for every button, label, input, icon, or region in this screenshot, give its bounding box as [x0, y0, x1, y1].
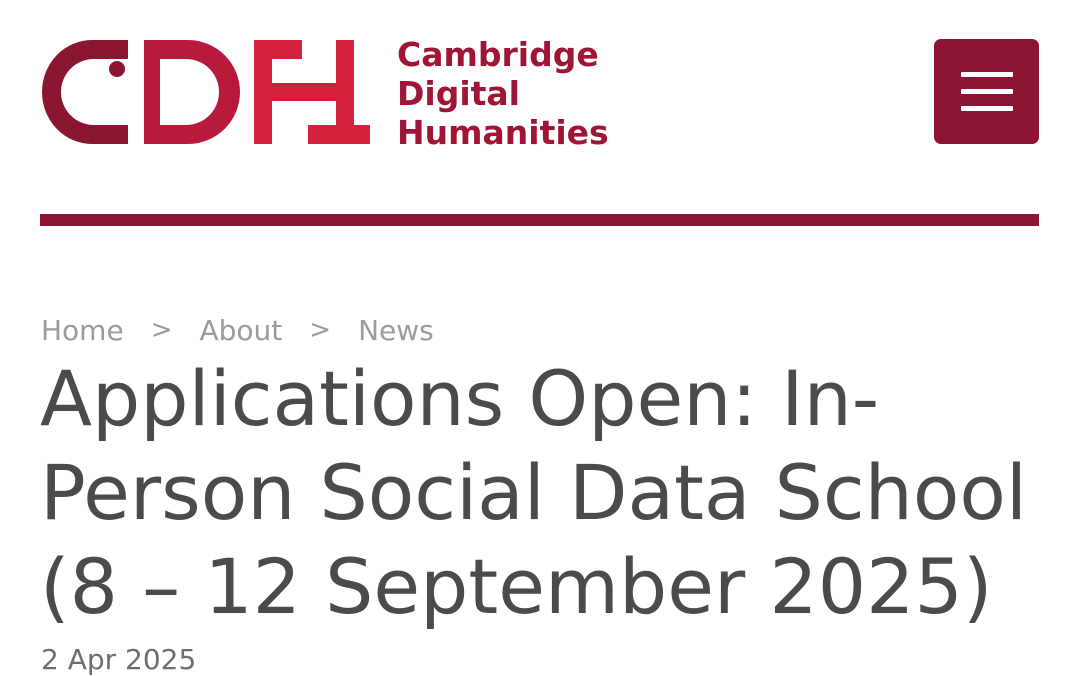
- logo-line-digital: Digital: [397, 74, 520, 113]
- breadcrumb-about[interactable]: About: [199, 314, 282, 347]
- cdh-logo-mark-icon: [42, 40, 370, 144]
- site-logo[interactable]: Cambridge Digital Humanities: [40, 35, 620, 152]
- logo-wordmark: Cambridge Digital Humanities: [397, 35, 609, 152]
- hamburger-menu-icon: [961, 72, 1013, 112]
- breadcrumb-separator: >: [150, 315, 173, 345]
- breadcrumb-separator: >: [309, 315, 332, 345]
- menu-button[interactable]: [934, 39, 1039, 144]
- site-header: Cambridge Digital Humanities: [0, 0, 1080, 230]
- breadcrumb: Home > About > News: [41, 310, 434, 350]
- post-date: 2 Apr 2025: [41, 643, 197, 676]
- logo-line-cambridge: Cambridge: [397, 35, 599, 74]
- page-title: Applications Open: In-Person Social Data…: [40, 354, 1027, 631]
- breadcrumb-home[interactable]: Home: [41, 314, 124, 347]
- logo-line-humanities: Humanities: [397, 113, 609, 152]
- breadcrumb-news[interactable]: News: [358, 314, 434, 347]
- header-divider: [40, 214, 1039, 226]
